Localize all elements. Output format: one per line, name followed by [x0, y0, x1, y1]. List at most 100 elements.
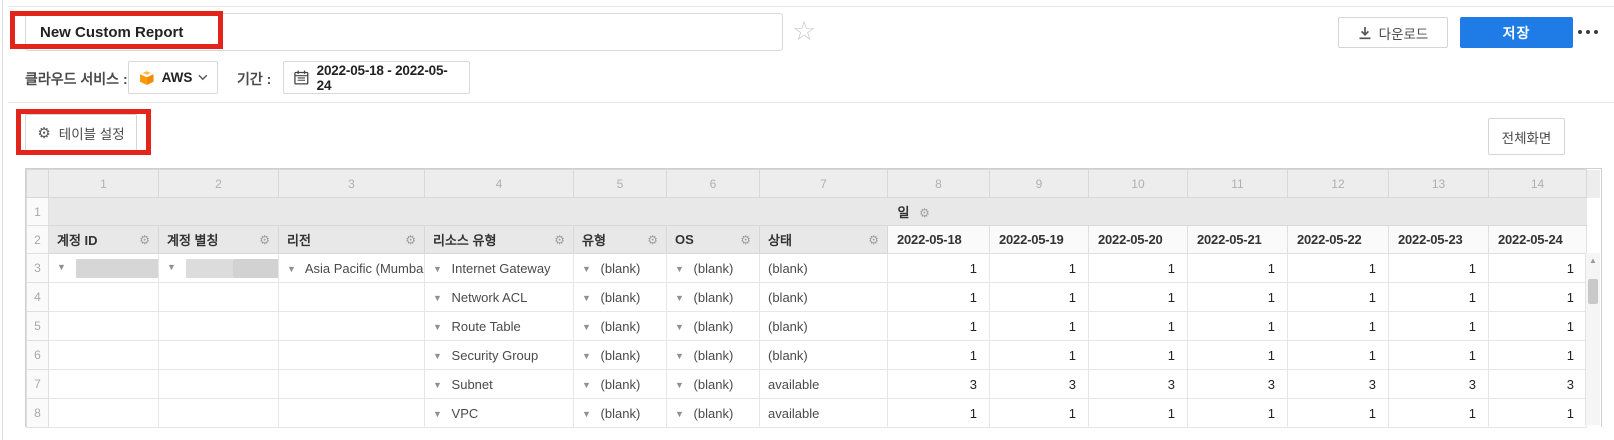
column-title-row: 2 계정 ID ⚙ 계정 별칭 ⚙ 리전 ⚙ 리소스 유형 ⚙ 유형 ⚙ — [27, 226, 1601, 254]
column-header-10[interactable]: 10 — [1089, 170, 1188, 198]
cell-value: 1 — [888, 399, 990, 428]
column-header-3[interactable]: 3 — [279, 170, 425, 198]
period-range-input[interactable]: 2022-05-18 - 2022-05-24 — [283, 61, 470, 94]
column-header-2[interactable]: 2 — [159, 170, 279, 198]
column-header-8[interactable]: 8 — [888, 170, 990, 198]
cell-value: 3 — [888, 370, 990, 399]
row-header-4[interactable]: 4 — [27, 283, 49, 312]
filter-dropdown-icon[interactable]: ▼ — [433, 380, 442, 390]
grid-corner-cell[interactable] — [27, 170, 49, 198]
cell-value: 1 — [1188, 312, 1288, 341]
row-header-7[interactable]: 7 — [27, 370, 49, 399]
cell-account-id — [49, 283, 159, 312]
cell-value: 3 — [1489, 370, 1587, 399]
cell-os: ▼ (blank) — [667, 283, 760, 312]
column-settings-gear-icon[interactable]: ⚙ — [740, 233, 751, 247]
vertical-scrollbar[interactable]: ▲ — [1585, 253, 1600, 425]
column-header-7[interactable]: 7 — [760, 170, 888, 198]
cell-value: 1 — [1188, 254, 1288, 283]
table-row: 7 ▼ Subnet ▼ (blank) ▼ (blank) available… — [27, 370, 1601, 399]
row-header-1[interactable]: 1 — [27, 198, 49, 226]
column-header-14[interactable]: 14 — [1489, 170, 1587, 198]
filter-dropdown-icon[interactable]: ▼ — [167, 262, 176, 272]
column-header-1[interactable]: 1 — [49, 170, 159, 198]
filter-dropdown-icon[interactable]: ▼ — [582, 380, 591, 390]
table-settings-button[interactable]: ⚙ 테이블 설정 — [25, 114, 137, 151]
group-header-day-label: 일 — [898, 205, 910, 220]
row-header-8[interactable]: 8 — [27, 399, 49, 428]
cell-value: 1 — [990, 254, 1089, 283]
cell-account-alias — [159, 399, 279, 428]
filter-dropdown-icon[interactable]: ▼ — [675, 293, 684, 303]
row-header-2[interactable]: 2 — [27, 226, 49, 254]
header-date-1: 2022-05-18 — [888, 226, 990, 254]
table-row: 5 ▼ Route Table ▼ (blank) ▼ (blank) (bla… — [27, 312, 1601, 341]
column-header-6[interactable]: 6 — [667, 170, 760, 198]
report-title-input[interactable] — [25, 13, 783, 51]
row-header-6[interactable]: 6 — [27, 341, 49, 370]
column-header-13[interactable]: 13 — [1389, 170, 1489, 198]
filter-dropdown-icon[interactable]: ▼ — [433, 322, 442, 332]
aws-cube-icon — [138, 68, 156, 88]
filter-dropdown-icon[interactable]: ▼ — [582, 409, 591, 419]
download-button[interactable]: 다운로드 — [1338, 17, 1448, 48]
column-header-4[interactable]: 4 — [425, 170, 574, 198]
header-date-3: 2022-05-20 — [1089, 226, 1188, 254]
filter-dropdown-icon[interactable]: ▼ — [582, 351, 591, 361]
column-settings-gear-icon[interactable]: ⚙ — [647, 233, 658, 247]
save-button[interactable]: 저장 — [1460, 17, 1573, 48]
cell-type: ▼ (blank) — [574, 370, 667, 399]
filter-dropdown-icon[interactable]: ▼ — [582, 322, 591, 332]
filter-dropdown-icon[interactable]: ▼ — [57, 262, 66, 272]
cell-value: 1 — [990, 283, 1089, 312]
chevron-down-icon — [198, 74, 208, 81]
cell-os: ▼ (blank) — [667, 399, 760, 428]
cell-value: 1 — [1288, 283, 1389, 312]
column-settings-gear-icon[interactable]: ⚙ — [405, 233, 416, 247]
column-header-9[interactable]: 9 — [990, 170, 1089, 198]
filter-dropdown-icon[interactable]: ▼ — [675, 322, 684, 332]
cell-value: 1 — [1089, 341, 1188, 370]
cell-resource-type: ▼ Route Table — [425, 312, 574, 341]
filter-dropdown-icon[interactable]: ▼ — [675, 351, 684, 361]
filter-dropdown-icon[interactable]: ▼ — [433, 293, 442, 303]
cell-account-alias — [159, 341, 279, 370]
cell-account-id — [49, 312, 159, 341]
column-header-11[interactable]: 11 — [1188, 170, 1288, 198]
cell-account-id — [49, 341, 159, 370]
cloud-service-select[interactable]: AWS — [128, 61, 218, 94]
filter-dropdown-icon[interactable]: ▼ — [582, 264, 591, 274]
redacted-account-alias — [233, 259, 279, 278]
row-header-5[interactable]: 5 — [27, 312, 49, 341]
scroll-up-icon[interactable]: ▲ — [1586, 253, 1600, 269]
row-header-3[interactable]: 3 — [27, 254, 49, 283]
cell-value: 1 — [990, 341, 1089, 370]
more-menu-button[interactable] — [1578, 28, 1602, 36]
filter-dropdown-icon[interactable]: ▼ — [433, 351, 442, 361]
filter-dropdown-icon[interactable]: ▼ — [675, 409, 684, 419]
column-settings-gear-icon[interactable]: ⚙ — [259, 233, 270, 247]
group-settings-gear-icon[interactable]: ⚙ — [919, 206, 930, 220]
scrollbar-thumb[interactable] — [1588, 279, 1598, 304]
favorite-star-icon[interactable]: ☆ — [792, 16, 816, 46]
filter-dropdown-icon[interactable]: ▼ — [433, 264, 442, 274]
cell-type: ▼ (blank) — [574, 399, 667, 428]
filter-dropdown-icon[interactable]: ▼ — [287, 264, 296, 274]
column-settings-gear-icon[interactable]: ⚙ — [554, 233, 565, 247]
column-header-5[interactable]: 5 — [574, 170, 667, 198]
download-button-label: 다운로드 — [1379, 23, 1429, 43]
cell-value: 1 — [1288, 341, 1389, 370]
cell-status: available — [760, 370, 888, 399]
group-header-day: 일 ⚙ — [888, 198, 1587, 226]
cell-value: 1 — [888, 254, 990, 283]
cell-value: 1 — [1288, 312, 1389, 341]
filter-dropdown-icon[interactable]: ▼ — [675, 264, 684, 274]
column-settings-gear-icon[interactable]: ⚙ — [139, 233, 150, 247]
column-settings-gear-icon[interactable]: ⚙ — [868, 233, 879, 247]
column-header-12[interactable]: 12 — [1288, 170, 1389, 198]
filter-dropdown-icon[interactable]: ▼ — [675, 380, 684, 390]
filter-dropdown-icon[interactable]: ▼ — [582, 293, 591, 303]
header-date-4: 2022-05-21 — [1188, 226, 1288, 254]
fullscreen-button[interactable]: 전체화면 — [1488, 118, 1565, 155]
filter-dropdown-icon[interactable]: ▼ — [433, 409, 442, 419]
